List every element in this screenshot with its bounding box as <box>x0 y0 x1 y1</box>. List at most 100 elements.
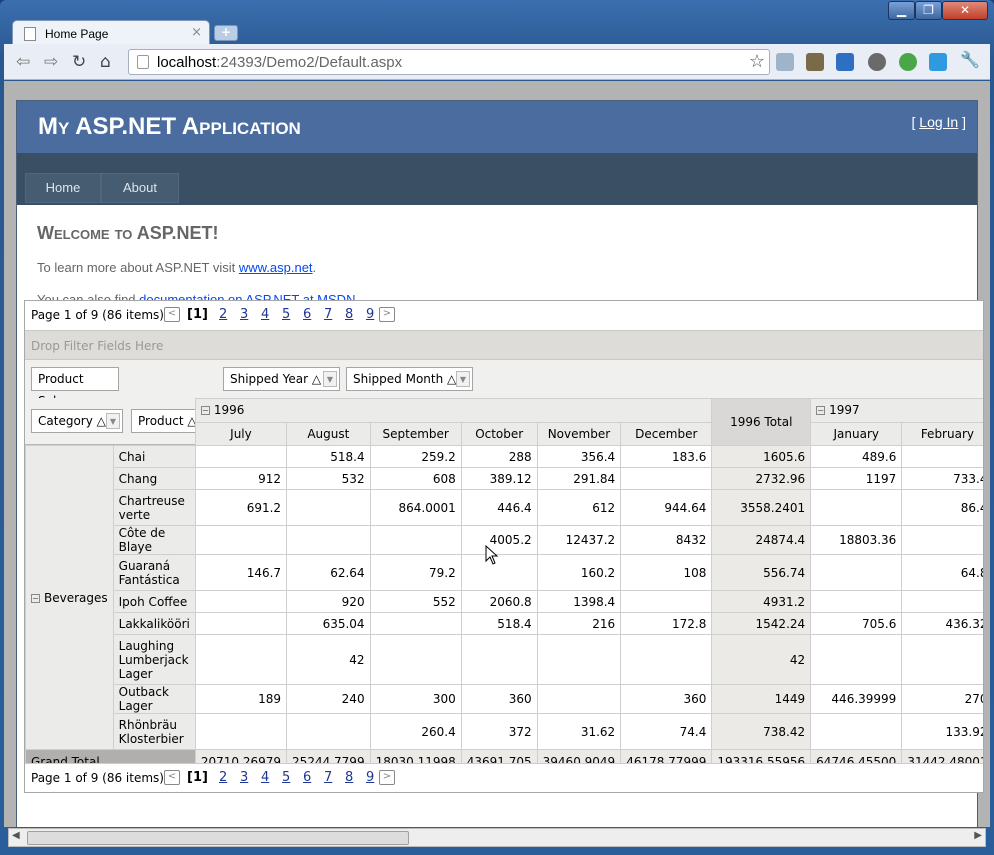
value-cell <box>194 590 288 613</box>
pager-summary: Page 1 of 9 (86 items) <box>31 308 164 322</box>
next-page-button[interactable]: > <box>379 770 395 785</box>
filter-dropdown-icon[interactable]: ▼ <box>456 371 470 387</box>
home-icon[interactable]: ⌂ <box>100 52 111 72</box>
field-header-area: Product Sales Shipped Year △▼ Shipped Mo… <box>25 360 983 408</box>
page-link[interactable]: 5 <box>282 770 290 785</box>
value-cell <box>369 634 462 685</box>
tab-close-icon[interactable]: × <box>191 25 202 40</box>
wrench-icon[interactable]: 🔧 <box>960 50 980 69</box>
value-cell <box>194 445 288 468</box>
value-cell: 389.12 <box>460 467 538 490</box>
download-extension-icon[interactable] <box>929 53 947 71</box>
total-cell: 1542.24 <box>711 612 812 635</box>
page-link[interactable]: 9 <box>366 770 374 785</box>
login-link[interactable]: Log In <box>919 114 958 130</box>
address-bar[interactable]: localhost:24393/Demo2/Default.aspx ☆ <box>128 49 770 75</box>
page-link[interactable]: 4 <box>261 307 269 322</box>
scrollbar-thumb[interactable] <box>27 831 409 845</box>
value-cell <box>536 634 622 685</box>
table-row: Outback Lager 189 240 300 360 360 1449 446.3999… <box>26 684 983 714</box>
collapse-icon[interactable]: − <box>200 406 210 416</box>
value-cell <box>620 590 713 613</box>
collapse-icon[interactable]: − <box>816 406 826 416</box>
value-cell: 635.04 <box>286 612 371 635</box>
page-link[interactable]: 3 <box>240 307 248 322</box>
value-cell: 1197 <box>810 467 903 490</box>
collapse-icon[interactable]: − <box>31 593 40 603</box>
prev-page-button[interactable]: < <box>164 770 180 785</box>
value-cell: 64.8 <box>901 554 983 591</box>
category-cell[interactable]: − Beverages <box>25 445 114 750</box>
pivot-table: −1996 1996 Total −1997 July August September O… <box>25 398 983 775</box>
value-cell: 189 <box>194 684 288 714</box>
column-field-shipped-month[interactable]: Shipped Month △ ▼ <box>346 367 473 391</box>
page-link[interactable]: 9 <box>366 307 374 322</box>
month-header: October <box>460 421 538 446</box>
value-cell: 944.64 <box>620 489 713 526</box>
screenshot-extension-icon[interactable] <box>836 53 854 71</box>
page-link[interactable]: 3 <box>240 770 248 785</box>
value-cell: 436.32 <box>901 612 983 635</box>
tab-title: Home Page <box>45 27 109 41</box>
value-cell <box>620 634 713 685</box>
filter-dropdown-icon[interactable]: ▼ <box>323 371 337 387</box>
menu-item-home[interactable]: Home <box>25 173 101 203</box>
month-header: July <box>194 421 288 446</box>
clock-extension-icon[interactable] <box>868 53 886 71</box>
back-icon[interactable]: ⇦ <box>16 52 30 72</box>
browser-toolbar: ⇦ ⇨ ↻ ⌂ localhost:24393/Demo2/Default.as… <box>4 44 990 80</box>
next-page-button[interactable]: > <box>379 307 395 322</box>
value-cell: 446.39999 <box>810 684 903 714</box>
site-header: My ASP.NET Application [ Log In ] <box>17 101 977 153</box>
browser-tab[interactable]: Home Page × <box>12 20 210 46</box>
value-cell <box>810 634 903 685</box>
month-header: September <box>369 421 462 446</box>
page-link[interactable]: 5 <box>282 307 290 322</box>
scroll-right-icon[interactable]: ▶ <box>974 830 982 841</box>
page-link[interactable]: 7 <box>324 770 332 785</box>
green-extension-icon[interactable] <box>899 53 917 71</box>
horizontal-scrollbar[interactable]: ◀ ▶ <box>8 828 986 847</box>
value-cell: 608 <box>369 467 462 490</box>
value-cell <box>194 634 288 685</box>
page-link[interactable]: 2 <box>219 770 227 785</box>
page-link[interactable]: 7 <box>324 307 332 322</box>
page-link[interactable]: 8 <box>345 307 353 322</box>
login-display: [ Log In ] <box>911 114 967 130</box>
prev-page-button[interactable]: < <box>164 307 180 322</box>
year-header-1996[interactable]: −1996 <box>194 398 713 423</box>
total-cell: 1605.6 <box>711 445 812 468</box>
value-cell: 372 <box>460 713 538 750</box>
browser-window: ▁ ❐ ✕ Home Page × + ⇦ ⇨ ↻ ⌂ localhost:24… <box>0 0 994 855</box>
reload-icon[interactable]: ↻ <box>72 52 86 72</box>
product-cell: Chartreuse verte <box>112 489 196 526</box>
year-header-1997[interactable]: −1997 <box>810 398 983 423</box>
search-extension-icon[interactable] <box>776 53 794 71</box>
value-cell: 552 <box>369 590 462 613</box>
value-cell: 12437.2 <box>536 525 622 555</box>
page-link[interactable]: 4 <box>261 770 269 785</box>
page-link[interactable]: 8 <box>345 770 353 785</box>
bug-extension-icon[interactable] <box>806 53 824 71</box>
forward-icon[interactable]: ⇨ <box>44 52 58 72</box>
value-cell: 183.6 <box>620 445 713 468</box>
bookmark-star-icon[interactable]: ☆ <box>749 51 765 72</box>
menu-item-about[interactable]: About <box>101 173 179 203</box>
column-field-shipped-year[interactable]: Shipped Year △ ▼ <box>223 367 340 391</box>
aspnet-link[interactable]: www.asp.net <box>239 260 313 275</box>
value-cell: 62.64 <box>286 554 371 591</box>
value-cell: 920 <box>286 590 371 613</box>
page-link[interactable]: 2 <box>219 307 227 322</box>
pager-summary: Page 1 of 9 (86 items) <box>31 771 164 785</box>
filter-drop-zone[interactable]: Drop Filter Fields Here <box>25 330 983 360</box>
value-cell: 705.6 <box>810 612 903 635</box>
page-link[interactable]: 6 <box>303 770 311 785</box>
total-cell: 3558.2401 <box>711 489 812 526</box>
new-tab-button[interactable]: + <box>214 25 238 41</box>
value-cell <box>536 684 622 714</box>
value-cell: 42 <box>286 634 371 685</box>
scroll-left-icon[interactable]: ◀ <box>12 830 20 841</box>
data-field-product-sales[interactable]: Product Sales <box>31 367 119 408</box>
value-cell <box>810 489 903 526</box>
page-link[interactable]: 6 <box>303 307 311 322</box>
